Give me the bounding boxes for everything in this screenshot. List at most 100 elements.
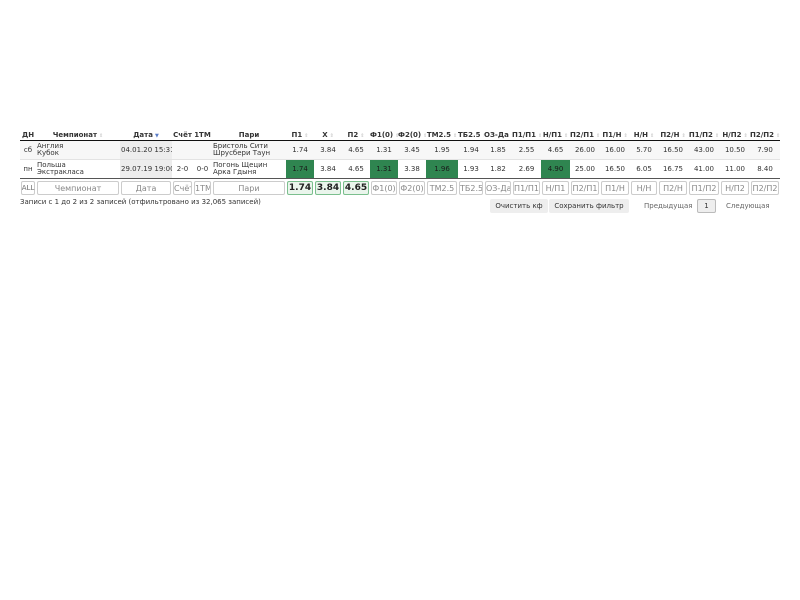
cell-п2-п2[interactable]: 7.90	[750, 140, 780, 160]
filter-input-п2-н[interactable]	[659, 181, 687, 195]
filter-input-1тм[interactable]	[194, 181, 211, 195]
column-header-чемпионат[interactable]: Чемпионат ⇕	[36, 129, 120, 141]
sort-desc-icon: ▼	[154, 132, 159, 139]
cell-тм2-5[interactable]: 1.95	[426, 140, 458, 160]
column-header-дата[interactable]: Дата ▼	[120, 129, 172, 141]
filter-input-ф1-0-[interactable]	[371, 181, 397, 195]
cell-н-п1[interactable]: 4.65	[541, 140, 570, 160]
cell-ф1-0-[interactable]: 1.31	[370, 140, 398, 160]
filter-cell	[370, 179, 398, 198]
column-header-ф1-0-[interactable]: Ф1(0)⇕	[370, 129, 398, 141]
cell-ф2-0-[interactable]: 3.38	[398, 159, 426, 179]
cell-тб2-5[interactable]: 1.93	[458, 159, 484, 179]
column-label: ДН	[21, 130, 35, 139]
cell-п1-п2[interactable]: 43.00	[688, 140, 720, 160]
cell-тб2-5[interactable]: 1.94	[458, 140, 484, 160]
filter-input-п1-н[interactable]	[601, 181, 629, 195]
filter-input-all[interactable]	[21, 181, 35, 195]
sort-icon: ⇕	[99, 132, 104, 139]
column-header-1тм[interactable]: 1ТМ	[193, 129, 212, 141]
column-header-п2-п2[interactable]: П2/П2 ⇕	[750, 129, 780, 141]
filter-input-н-н[interactable]	[631, 181, 657, 195]
cell-п2-п1[interactable]: 25.00	[570, 159, 600, 179]
cell-п2-н[interactable]: 16.50	[658, 140, 688, 160]
column-header-п2-п1[interactable]: П2/П1 ⇕	[570, 129, 600, 141]
prev-page-link[interactable]: Предыдущая	[644, 202, 692, 210]
cell-п2[interactable]: 4.65	[342, 140, 370, 160]
filter-input-пари[interactable]	[213, 181, 285, 195]
filter-input-н-п1[interactable]	[542, 181, 569, 195]
column-header-п1-п2[interactable]: П1/П2 ⇕	[688, 129, 720, 141]
cell-н-п1[interactable]: 4.90	[541, 159, 570, 179]
cell-п2-п1[interactable]: 26.00	[570, 140, 600, 160]
cell-оз-да[interactable]: 1.85	[484, 140, 512, 160]
filter-cell	[720, 179, 750, 198]
column-header-тм2-5[interactable]: ТМ2.5 ⇕	[426, 129, 458, 141]
column-header-ф2-0-[interactable]: Ф2(0)⇕	[398, 129, 426, 141]
column-header-н-н[interactable]: Н/Н ⇕	[630, 129, 658, 141]
cell-ф2-0-[interactable]: 3.45	[398, 140, 426, 160]
filter-cell	[458, 179, 484, 198]
column-header-п2[interactable]: П2 ⇕	[342, 129, 370, 141]
column-label: Ф2(0)	[398, 130, 422, 139]
column-header-дн[interactable]: ДН	[20, 129, 36, 141]
page-1-button[interactable]: 1	[697, 199, 716, 213]
column-header-х[interactable]: Х ⇕	[314, 129, 342, 141]
next-page-link[interactable]: Следующая	[726, 202, 770, 210]
filter-input-п1[interactable]	[287, 181, 313, 195]
column-header-счёт[interactable]: Счёт	[172, 129, 193, 141]
cell-п1[interactable]: 1.74	[286, 159, 314, 179]
cell-п1-п1[interactable]: 2.69	[512, 159, 541, 179]
column-header-тб2-5[interactable]: ТБ2.5⇕	[458, 129, 484, 141]
filter-input-п2[interactable]	[343, 181, 369, 195]
table-row[interactable]: пн Польша Экстракласа 29.07.19 19:00 2-0 0-0 П…	[20, 159, 780, 179]
column-header-п1-н[interactable]: П1/Н ⇕	[600, 129, 630, 141]
column-header-п1-п1[interactable]: П1/П1⇕	[512, 129, 541, 141]
filter-input-тм2-5[interactable]	[427, 181, 457, 195]
cell-п2-п2[interactable]: 8.40	[750, 159, 780, 179]
clear-odds-button[interactable]: Очистить кф	[490, 199, 548, 213]
cell-н-п2[interactable]: 11.00	[720, 159, 750, 179]
save-filter-button[interactable]: Сохранить фильтр	[549, 199, 629, 213]
cell-н-н[interactable]: 5.70	[630, 140, 658, 160]
column-header-пари[interactable]: Пари	[212, 129, 286, 141]
filter-input-н-п2[interactable]	[721, 181, 749, 195]
column-header-п1[interactable]: П1 ⇕	[286, 129, 314, 141]
cell-п2-н[interactable]: 16.75	[658, 159, 688, 179]
filter-input-х[interactable]	[315, 181, 341, 195]
cell-п1-п1[interactable]: 2.55	[512, 140, 541, 160]
filter-input-п2-п1[interactable]	[571, 181, 599, 195]
cell-п1-н[interactable]: 16.00	[600, 140, 630, 160]
cell-х[interactable]: 3.84	[314, 159, 342, 179]
column-header-н-п2[interactable]: Н/П2 ⇕	[720, 129, 750, 141]
filter-input-оз-да[interactable]	[485, 181, 511, 195]
cell-п1-н[interactable]: 16.50	[600, 159, 630, 179]
filter-cell	[172, 179, 193, 198]
column-header-н-п1[interactable]: Н/П1 ⇕	[541, 129, 570, 141]
cell-тм2-5[interactable]: 1.96	[426, 159, 458, 179]
column-header-п2-н[interactable]: П2/Н ⇕	[658, 129, 688, 141]
cell-п2[interactable]: 4.65	[342, 159, 370, 179]
filter-input-ф2-0-[interactable]	[399, 181, 425, 195]
filter-input-счёт[interactable]	[173, 181, 192, 195]
filter-input-п1-п1[interactable]	[513, 181, 540, 195]
filter-input-п2-п2[interactable]	[751, 181, 779, 195]
table-row[interactable]: сб Англия Кубок 04.01.20 15:31 Бристоль Сити…	[20, 140, 780, 160]
column-header-оз-да[interactable]: ОЗ-Да⇕	[484, 129, 512, 141]
column-label: П2/П2	[750, 130, 775, 139]
filter-input-дата[interactable]	[121, 181, 171, 195]
cell-ф1-0-[interactable]: 1.31	[370, 159, 398, 179]
cell-п1[interactable]: 1.74	[286, 140, 314, 160]
cell-оз-да[interactable]: 1.82	[484, 159, 512, 179]
column-label: 1ТМ	[194, 130, 211, 139]
column-label: ТМ2.5	[426, 130, 451, 139]
cell-н-п2[interactable]: 10.50	[720, 140, 750, 160]
filter-input-тб2-5[interactable]	[459, 181, 483, 195]
column-label: Н/П1	[542, 130, 562, 139]
filter-input-чемпионат[interactable]	[37, 181, 119, 195]
cell-п1-п2[interactable]: 41.00	[688, 159, 720, 179]
filter-input-п1-п2[interactable]	[689, 181, 719, 195]
cell-н-н[interactable]: 6.05	[630, 159, 658, 179]
cell-х[interactable]: 3.84	[314, 140, 342, 160]
sort-icon: ⇕	[329, 132, 334, 139]
